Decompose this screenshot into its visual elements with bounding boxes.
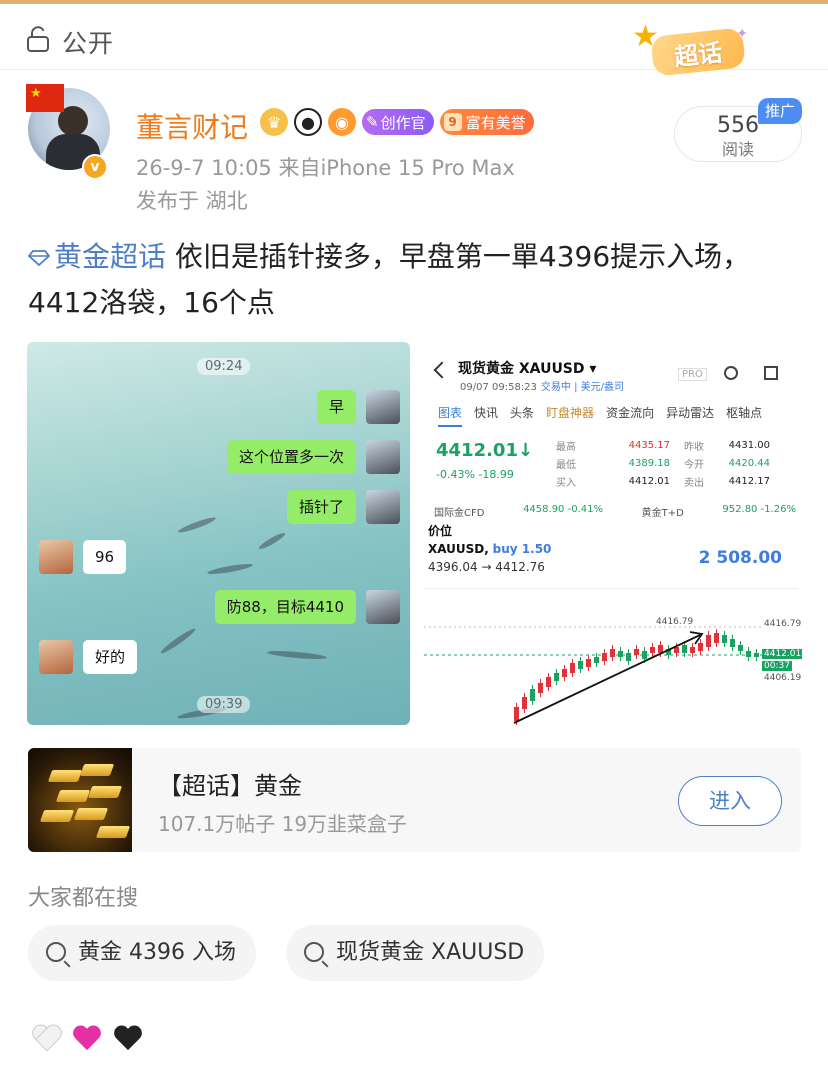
avatar	[366, 590, 400, 624]
trade-tab: 盯盘神器	[546, 406, 595, 420]
author-badges: ♛ ● ◉ ✎ 创作官 9 富有美誉	[260, 108, 534, 136]
post-image-trading[interactable]: 现货黄金 XAUUSD ▾ 09/07 09:58:23 交易中 | 美元/盎司 …	[420, 342, 802, 725]
sparkle-icon: ✦	[736, 26, 748, 42]
search-icon	[46, 942, 66, 962]
post-image-chat[interactable]: 09:24 早 这个位置多一次 插针了 96 防88，目标4410 好的 09:…	[27, 342, 410, 725]
trade-subtitle: 09/07 09:58:23 交易中 | 美元/盎司	[460, 382, 625, 393]
visibility-label: 公开	[62, 29, 115, 58]
position-symbol: XAUUSD, buy 1.50	[428, 542, 552, 556]
pink-heart-icon[interactable]	[72, 1022, 102, 1052]
white-heart-icon[interactable]	[32, 1022, 62, 1052]
chart-label: 4412.01	[762, 649, 802, 659]
chat-message: 插针了	[286, 490, 356, 524]
crown-badge-icon[interactable]: ♛	[260, 108, 288, 136]
visibility-bar: 公开 ★ 超话 ✦	[0, 4, 828, 77]
candlestick-svg	[424, 626, 764, 725]
topic-link[interactable]: 黄金超话	[54, 240, 166, 273]
chart-label: 4406.19	[764, 673, 802, 683]
chat-message: 96	[83, 540, 127, 574]
chat-message: 早	[316, 390, 356, 424]
super-topic-badge[interactable]: ★ 超话 ✦	[632, 22, 756, 78]
search-chip[interactable]: 现货黄金 XAUUSD	[286, 925, 545, 981]
trade-stats: 最高 4435.17 昨收 4431.00 最低 4389.18 今开 4420.44 买入…	[556, 439, 770, 489]
search-icon	[304, 942, 324, 962]
verified-icon: v	[82, 154, 108, 180]
fish-badge-icon[interactable]: ◉	[328, 108, 356, 136]
gold-bars-image	[28, 748, 132, 852]
avatar	[366, 390, 400, 424]
position-profit: 2 508.00	[698, 548, 782, 568]
candlestick-chart: 4416.79 4416.79 4412.01 00:37 4406.19	[424, 588, 802, 725]
trade-tab: 枢轴点	[726, 406, 763, 420]
panda-badge-icon[interactable]: ●	[294, 108, 322, 136]
card-title: 【超话】黄金	[158, 772, 302, 800]
avatar	[39, 640, 73, 674]
pro-label: PRO	[678, 368, 707, 381]
trade-change: -0.43% -18.99	[436, 468, 514, 481]
reaction-hearts	[32, 1022, 143, 1059]
trade-tab: 图表	[438, 404, 463, 427]
trade-price: 4412.01↓	[436, 440, 534, 461]
trade-title: 现货黄金 XAUUSD ▾	[458, 361, 597, 377]
trade-tab: 异动雷达	[666, 406, 715, 420]
search-icon	[724, 366, 738, 380]
position-label: 价位	[428, 524, 453, 538]
black-heart-icon[interactable]	[113, 1022, 143, 1052]
creator-icon: ✎	[366, 113, 379, 131]
share-icon	[764, 366, 778, 380]
chart-label: 00:37	[762, 661, 792, 671]
super-topic-card[interactable]: 【超话】黄金 107.1万帖子 19万韭菜盒子 进入	[28, 748, 801, 852]
flag-icon	[26, 84, 64, 112]
diamond-icon	[28, 250, 50, 266]
promote-badge[interactable]: 推广	[758, 98, 802, 124]
trade-tab: 头条	[510, 406, 535, 420]
chart-label: 4416.79	[656, 617, 694, 627]
creator-badge[interactable]: ✎ 创作官	[362, 109, 434, 135]
search-chip[interactable]: 黄金 4396 入场	[28, 925, 256, 981]
avatar	[366, 440, 400, 474]
chat-time: 09:39	[197, 696, 251, 713]
trade-tab: 资金流向	[606, 406, 655, 420]
super-topic-label: 超话	[672, 38, 724, 71]
chart-label: 4416.79	[764, 619, 802, 629]
back-icon	[433, 361, 451, 379]
trade-tabs: 图表 快讯 头条 盯盘神器 资金流向 异动雷达 枢轴点	[438, 404, 762, 427]
search-heading: 大家都在搜	[28, 886, 139, 911]
author-name[interactable]: 董言财记	[136, 106, 248, 146]
post-time-source: 26-9-7 10:05 来自iPhone 15 Pro Max	[136, 156, 515, 180]
chat-message: 这个位置多一次	[226, 440, 356, 474]
chat-message: 好的	[83, 640, 138, 674]
trade-tab: 快讯	[474, 406, 499, 420]
chat-time: 09:24	[197, 358, 251, 375]
post-location: 发布于 湖北	[136, 189, 248, 213]
chat-message: 防88，目标4410	[214, 590, 356, 624]
avatar	[366, 490, 400, 524]
enter-button[interactable]: 进入	[678, 776, 782, 826]
card-subtitle: 107.1万帖子 19万韭菜盒子	[158, 812, 408, 836]
post-body: 黄金超话 依旧是插针接多，早盘第一單4396提示入场，4412洛袋，16个点	[28, 234, 800, 326]
avatar	[39, 540, 73, 574]
trade-related: 国际金CFD 4458.90 -0.41% 黄金T+D 952.80 -1.26…	[434, 504, 796, 519]
reputation-badge[interactable]: 9 富有美誉	[439, 109, 534, 135]
lock-open-icon	[27, 26, 49, 52]
position-range: 4396.04 → 4412.76	[428, 560, 545, 574]
